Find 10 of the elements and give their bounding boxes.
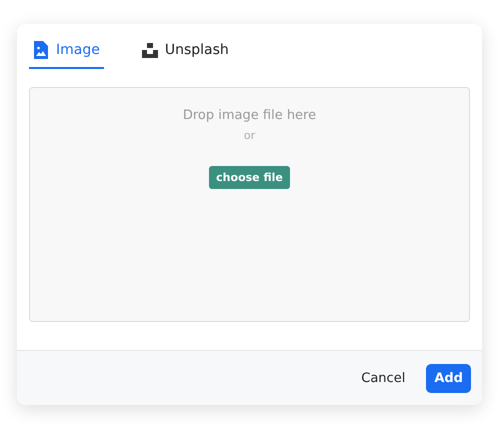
cancel-button[interactable]: Cancel	[352, 364, 414, 392]
or-text: or	[244, 129, 256, 142]
drop-zone[interactable]: Drop image file here or choose file	[29, 87, 470, 322]
tab[interactable]: Unsplash	[138, 38, 233, 69]
add-button[interactable]: Add	[426, 364, 471, 392]
image-file-icon	[33, 40, 49, 58]
unsplash-icon	[142, 40, 158, 58]
drop-title: Drop image file here	[182, 108, 316, 123]
choose-file-button[interactable]: choose file	[209, 166, 290, 189]
tab[interactable]: Image	[29, 38, 104, 69]
